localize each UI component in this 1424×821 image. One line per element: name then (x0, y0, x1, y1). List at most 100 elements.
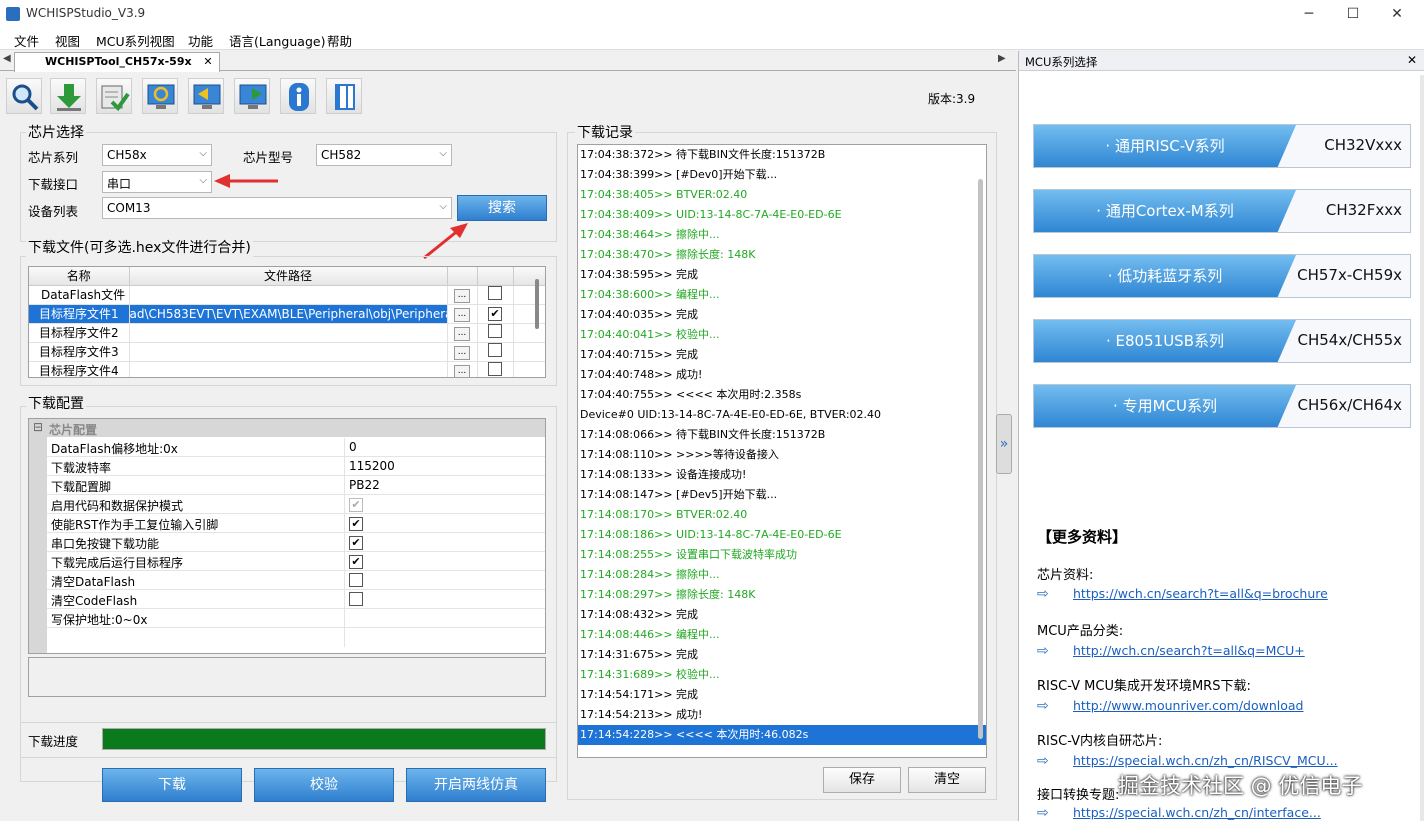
resource-link[interactable]: http://www.mounriver.com/download (1073, 698, 1303, 713)
browse-button[interactable]: ... (454, 289, 470, 303)
chip-series-select[interactable]: CH58x ⌵ (102, 144, 212, 166)
close-icon[interactable]: ✕ (1374, 0, 1420, 28)
clear-dataflash-checkbox[interactable] (349, 573, 363, 587)
log-line[interactable]: 17:14:08:297>> 擦除长度: 148K (578, 585, 986, 605)
category-chip-config[interactable]: ⊟ 芯片配置 (29, 419, 545, 437)
log-line[interactable]: Device#0 UID:13-14-8C-7A-4E-E0-ED-6E, BT… (578, 405, 986, 425)
file-path[interactable] (129, 361, 448, 377)
file-path[interactable] (129, 323, 448, 343)
log-line[interactable]: 17:14:08:255>> 设置串口下载波特率成功 (578, 545, 986, 565)
search-button[interactable]: 搜索 (457, 195, 547, 221)
resource-link[interactable]: http://wch.cn/search?t=all&q=MCU+ (1073, 643, 1305, 658)
refresh-button[interactable] (142, 78, 178, 114)
clear-log-button[interactable]: 清空 (908, 767, 986, 793)
tab-close-icon[interactable]: ✕ (203, 55, 212, 68)
log-line[interactable]: 17:14:08:066>> 待下载BIN文件长度:151372B (578, 425, 986, 445)
tab-wchisptool[interactable]: WCHISPTool_CH57x-59x ✕ (14, 52, 220, 72)
prop-baudrate[interactable]: 下载波特率 115200 (47, 457, 545, 476)
table-row[interactable]: 目标程序文件2 ... (29, 323, 545, 343)
log-line[interactable]: 17:14:08:133>> 设备连接成功! (578, 465, 986, 485)
mcu-panel-scrollbar[interactable] (1420, 75, 1424, 821)
log-line[interactable]: 17:14:54:228>> <<<< 本次用时:46.082s (578, 725, 986, 745)
file-path[interactable]: ad\CH583EVT\EVT\EXAM\BLE\Peripheral\obj\… (129, 304, 448, 324)
uart-keyless-checkbox[interactable]: ✔ (349, 536, 363, 550)
series-risc-v-button[interactable]: · 通用RISC-V系列 CH32Vxxx (1033, 124, 1411, 168)
log-line[interactable]: 17:14:08:147>> [#Dev5]开始下载... (578, 485, 986, 505)
log-line[interactable]: 17:04:38:405>> BTVER:02.40 (578, 185, 986, 205)
log-line[interactable]: 17:04:38:372>> 待下载BIN文件长度:151372B (578, 145, 986, 165)
log-line[interactable]: 17:14:08:110>> >>>>等待设备接入 (578, 445, 986, 465)
info-button[interactable] (280, 78, 316, 114)
prop-config-pin[interactable]: 下载配置脚 PB22 (47, 476, 545, 495)
import-config-button[interactable] (188, 78, 224, 114)
two-wire-debug-button[interactable]: 开启两线仿真 (406, 768, 546, 802)
log-line[interactable]: 17:14:31:689>> 校验中... (578, 665, 986, 685)
series-ble-button[interactable]: · 低功耗蓝牙系列 CH57x-CH59x (1033, 254, 1411, 298)
table-row[interactable]: 目标程序文件1 ad\CH583EVT\EVT\EXAM\BLE\Periphe… (29, 304, 545, 324)
resource-link[interactable]: https://wch.cn/search?t=all&q=brochure (1073, 586, 1328, 601)
log-list[interactable]: 17:04:38:372>> 待下载BIN文件长度:151372B 17:04:3… (577, 144, 987, 758)
file-checkbox[interactable] (488, 343, 502, 357)
series-cortex-m-button[interactable]: · 通用Cortex-M系列 CH32Fxxx (1033, 189, 1411, 233)
log-line[interactable]: 17:04:40:041>> 校验中... (578, 325, 986, 345)
log-scrollbar[interactable] (978, 179, 983, 739)
download-button[interactable] (50, 78, 86, 114)
file-checkbox[interactable]: ✔ (488, 307, 502, 321)
interface-select[interactable]: 串口 ⌵ (102, 171, 212, 193)
log-line[interactable]: 17:14:08:432>> 完成 (578, 605, 986, 625)
log-line[interactable]: 17:14:31:675>> 完成 (578, 645, 986, 665)
log-line[interactable]: 17:04:40:715>> 完成 (578, 345, 986, 365)
table-row[interactable]: 目标程序文件3 ... (29, 342, 545, 362)
log-line[interactable]: 17:14:08:446>> 编程中... (578, 625, 986, 645)
log-line[interactable]: 17:14:54:171>> 完成 (578, 685, 986, 705)
log-line[interactable]: 17:04:38:464>> 擦除中... (578, 225, 986, 245)
menu-function[interactable]: 功能 (188, 31, 213, 50)
verify-action-button[interactable]: 校验 (254, 768, 394, 802)
log-line[interactable]: 17:14:08:186>> UID:13-14-8C-7A-4E-E0-ED-… (578, 525, 986, 545)
file-checkbox[interactable] (488, 286, 502, 300)
verify-button[interactable] (96, 78, 132, 114)
log-line[interactable]: 17:14:08:284>> 擦除中... (578, 565, 986, 585)
browse-button[interactable]: ... (454, 308, 470, 322)
panel-collapse-button[interactable]: » (996, 414, 1012, 474)
log-line[interactable]: 17:04:40:748>> 成功! (578, 365, 986, 385)
log-line[interactable]: 17:04:38:470>> 擦除长度: 148K (578, 245, 986, 265)
export-config-button[interactable] (234, 78, 270, 114)
log-line[interactable]: 17:04:38:595>> 完成 (578, 265, 986, 285)
log-line[interactable]: 17:04:38:600>> 编程中... (578, 285, 986, 305)
run-after-checkbox[interactable]: ✔ (349, 555, 363, 569)
log-line[interactable]: 17:04:40:035>> 完成 (578, 305, 986, 325)
minimize-icon[interactable]: ─ (1286, 0, 1332, 28)
file-path[interactable] (129, 285, 448, 305)
menu-mcu-view[interactable]: MCU系列视图 (96, 31, 175, 50)
log-line[interactable]: 17:04:40:755>> <<<< 本次用时:2.358s (578, 385, 986, 405)
file-table-scrollbar[interactable] (535, 279, 539, 329)
log-line[interactable]: 17:04:38:409>> UID:13-14-8C-7A-4E-E0-ED-… (578, 205, 986, 225)
prop-clear-codeflash[interactable]: 清空CodeFlash (47, 590, 545, 609)
prop-run-after[interactable]: 下载完成后运行目标程序 ✔ (47, 552, 545, 571)
collapse-icon[interactable]: ⊟ (33, 420, 43, 434)
resource-link[interactable]: https://special.wch.cn/zh_cn/RISCV_MCU..… (1073, 753, 1338, 768)
file-path[interactable] (129, 342, 448, 362)
prop-code-protect[interactable]: 启用代码和数据保护模式 ✔ (47, 495, 545, 514)
tab-scroll-left-icon[interactable]: ◀ (3, 53, 11, 64)
manual-button[interactable] (326, 78, 362, 114)
chip-model-select[interactable]: CH582 ⌵ (316, 144, 452, 166)
resource-link[interactable]: https://special.wch.cn/zh_cn/interface..… (1073, 805, 1321, 820)
browse-button[interactable]: ... (454, 346, 470, 360)
file-checkbox[interactable] (488, 362, 502, 376)
prop-write-protect[interactable]: 写保护地址:0~0x (47, 609, 545, 628)
close-icon[interactable]: ✕ (1407, 53, 1417, 67)
prop-rst-pin[interactable]: 使能RST作为手工复位输入引脚 ✔ (47, 514, 545, 533)
browse-button[interactable]: ... (454, 327, 470, 341)
series-e8051-button[interactable]: · E8051USB系列 CH54x/CH55x (1033, 319, 1411, 363)
prop-clear-dataflash[interactable]: 清空DataFlash (47, 571, 545, 590)
series-special-mcu-button[interactable]: · 专用MCU系列 CH56x/CH64x (1033, 384, 1411, 428)
menu-view[interactable]: 视图 (55, 31, 80, 50)
search-device-button[interactable] (6, 78, 42, 114)
maximize-icon[interactable]: ☐ (1330, 0, 1376, 28)
menu-help[interactable]: 帮助 (327, 31, 352, 50)
file-checkbox[interactable] (488, 324, 502, 338)
log-line[interactable]: 17:04:38:399>> [#Dev0]开始下载... (578, 165, 986, 185)
download-action-button[interactable]: 下载 (102, 768, 242, 802)
